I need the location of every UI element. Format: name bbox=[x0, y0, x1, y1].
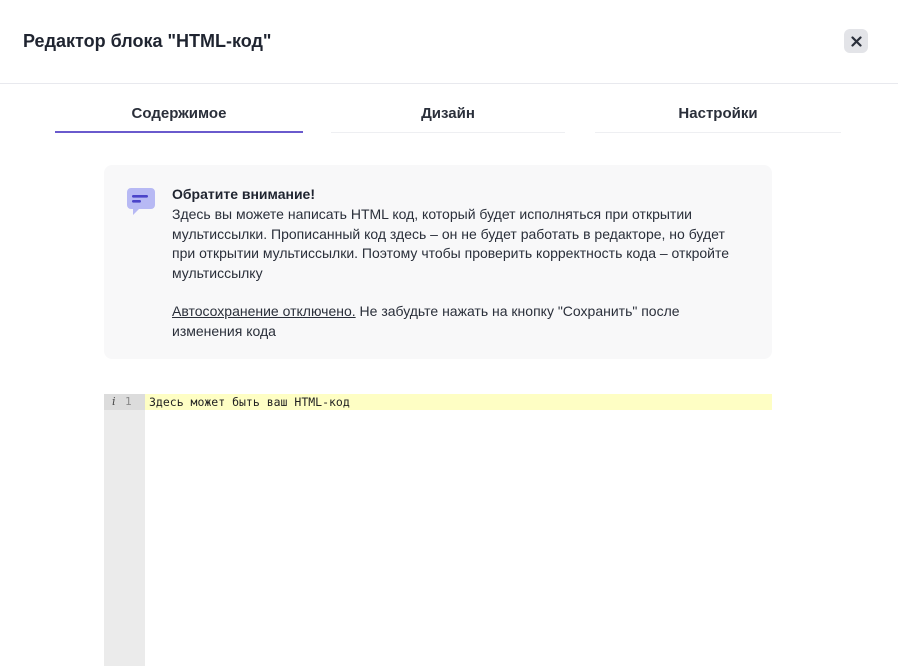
gutter-active-line: i 1 bbox=[104, 394, 145, 410]
autosave-link[interactable]: Автосохранение отключено. bbox=[172, 303, 356, 319]
info-icon[interactable]: i bbox=[112, 394, 116, 410]
code-line[interactable]: Здесь может быть ваш HTML-код bbox=[145, 394, 772, 410]
notice-box: Обратите внимание! Здесь вы можете напис… bbox=[104, 165, 772, 359]
tab-design[interactable]: Дизайн bbox=[331, 104, 565, 133]
modal-header: Редактор блока "HTML-код" bbox=[0, 0, 898, 84]
notice-title: Обратите внимание! bbox=[172, 186, 316, 202]
close-button[interactable] bbox=[844, 29, 868, 53]
code-editor[interactable]: i 1 Здесь может быть ваш HTML-код bbox=[104, 394, 772, 666]
autosave-note: Автосохранение отключено. Не забудьте на… bbox=[172, 302, 732, 341]
tab-design-label: Дизайн bbox=[421, 105, 475, 122]
line-number: 1 bbox=[125, 395, 132, 408]
tab-content-underline bbox=[55, 131, 303, 133]
modal-title: Редактор блока "HTML-код" bbox=[23, 31, 272, 51]
tab-bar: Содержимое Дизайн Настройки bbox=[0, 104, 898, 134]
message-icon bbox=[127, 188, 155, 215]
html-block-editor-modal: Редактор блока "HTML-код" Содержимое Диз… bbox=[0, 0, 898, 666]
tab-design-underline bbox=[331, 132, 565, 133]
tab-settings[interactable]: Настройки bbox=[595, 104, 841, 133]
close-icon bbox=[850, 35, 862, 47]
tab-content-label: Содержимое bbox=[131, 105, 227, 122]
tab-settings-label: Настройки bbox=[678, 105, 758, 122]
notice-text: Здесь вы можете написать HTML код, котор… bbox=[172, 206, 730, 281]
tab-content[interactable]: Содержимое bbox=[55, 104, 303, 133]
editor-gutter: i 1 bbox=[104, 394, 145, 666]
tab-settings-underline bbox=[595, 132, 841, 133]
